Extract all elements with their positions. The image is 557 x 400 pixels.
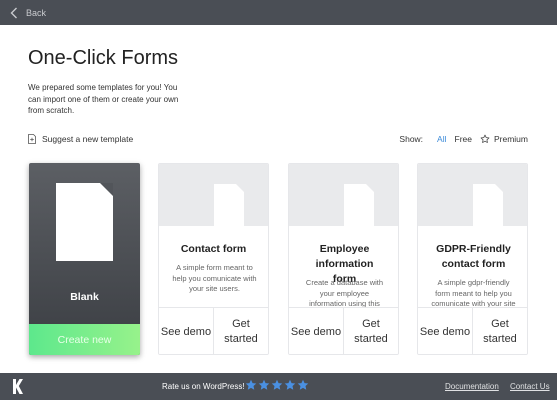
back-label: Back	[26, 7, 47, 18]
star-icon[interactable]	[258, 379, 270, 391]
template-thumbnail	[159, 164, 268, 226]
template-card-gdpr-friendly-contact-form: GDPR-Friendly contact form A simple gdpr…	[417, 163, 528, 355]
filter-all[interactable]: All	[437, 134, 446, 144]
template-filter: Show: All Free Premium	[399, 134, 528, 144]
contact-us-link[interactable]: Contact Us	[510, 382, 550, 391]
document-icon	[214, 184, 244, 226]
back-button[interactable]: Back	[10, 7, 46, 19]
footer-bar: Rate us on WordPress! Documentation Cont…	[0, 373, 557, 400]
template-description: A simple form meant to help you comunica…	[172, 263, 257, 293]
document-icon	[28, 134, 36, 144]
template-title: Contact form	[180, 243, 247, 255]
star-icon[interactable]	[245, 379, 257, 391]
template-card-contact-form: Contact form A simple form meant to help…	[158, 163, 269, 355]
documentation-link[interactable]: Documentation	[445, 382, 499, 391]
create-new-button[interactable]: Create new	[29, 324, 140, 355]
document-icon	[344, 184, 374, 226]
filter-premium-label: Premium	[493, 134, 528, 144]
filter-free[interactable]: Free	[455, 134, 472, 144]
rate-us-text: Rate us on WordPress!	[162, 382, 245, 391]
template-actions: See demo Get started	[159, 307, 268, 354]
get-started-button[interactable]: Get started	[213, 308, 268, 354]
template-title: GDPR-Friendly contact form	[436, 243, 511, 270]
filter-premium[interactable]: Premium	[480, 134, 528, 144]
star-icon[interactable]	[284, 379, 296, 391]
template-thumbnail	[418, 164, 527, 226]
k-logo-icon	[13, 379, 23, 394]
star-icon[interactable]	[271, 379, 283, 391]
template-actions: See demo Get started	[418, 307, 527, 354]
template-card-employee-information-form: Employee information form Create a datab…	[288, 163, 399, 355]
see-demo-button[interactable]: See demo	[159, 308, 213, 354]
chevron-left-icon	[10, 7, 17, 18]
template-actions: See demo Get started	[289, 307, 398, 354]
show-label: Show:	[399, 134, 424, 144]
top-bar: Back	[0, 0, 557, 25]
blank-card-title: Blank	[70, 291, 99, 303]
intro-text: We prepared some templates for you! You …	[28, 83, 179, 115]
rating-stars[interactable]	[245, 379, 310, 391]
page-title: One-Click Forms	[28, 47, 179, 69]
see-demo-button[interactable]: See demo	[418, 308, 472, 354]
template-thumbnail	[289, 164, 398, 226]
star-outline-icon	[480, 134, 490, 143]
suggest-template-label: Suggest a new template	[42, 134, 134, 144]
blank-document-icon	[56, 183, 113, 261]
see-demo-button[interactable]: See demo	[289, 308, 343, 354]
suggest-template-link[interactable]: Suggest a new template	[28, 134, 133, 144]
blank-template-card[interactable]: Blank Create new	[29, 163, 140, 355]
star-icon[interactable]	[297, 379, 309, 391]
get-started-button[interactable]: Get started	[343, 308, 398, 354]
get-started-button[interactable]: Get started	[472, 308, 527, 354]
document-icon	[473, 184, 503, 226]
